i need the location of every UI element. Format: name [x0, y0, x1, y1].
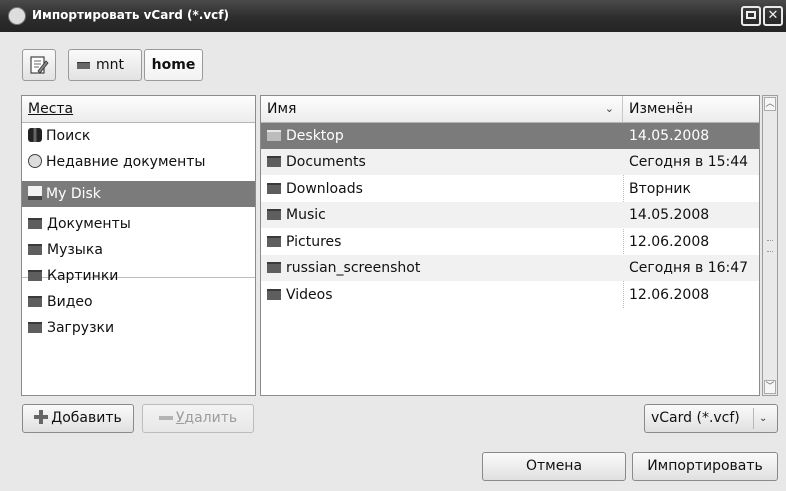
file-row-russian-screenshot[interactable]: russian_screenshot Сегодня в 16:47	[261, 255, 759, 281]
window-title: Импортировать vCard (*.vcf)	[32, 8, 229, 22]
scroll-grip	[767, 240, 773, 252]
place-search[interactable]: Поиск	[22, 123, 255, 149]
file-row-pictures[interactable]: Pictures 12.06.2008	[261, 229, 759, 255]
import-button[interactable]: Импортировать	[632, 452, 778, 481]
file-list-scrollbar[interactable]: ︿ ﹀	[762, 95, 778, 396]
folder-icon	[267, 288, 281, 300]
place-recent[interactable]: Недавние документы	[22, 149, 255, 175]
file-row-videos[interactable]: Videos 12.06.2008	[261, 282, 759, 308]
disk-icon	[28, 186, 42, 200]
maximize-icon[interactable]	[741, 6, 761, 26]
file-row-desktop[interactable]: Desktop 14.05.2008	[261, 123, 759, 149]
file-row-music[interactable]: Music 14.05.2008	[261, 202, 759, 228]
plus-icon	[34, 410, 49, 424]
folder-icon	[28, 269, 42, 281]
column-header-name[interactable]: Имя ⌄	[261, 96, 623, 123]
close-icon[interactable]: ✕	[763, 6, 783, 26]
title-bar: Импортировать vCard (*.vcf) ✕	[0, 0, 786, 32]
folder-icon	[267, 129, 281, 141]
breadcrumb-mnt[interactable]: mnt	[68, 49, 142, 81]
scroll-down-icon[interactable]: ﹀	[764, 380, 776, 394]
column-header-modified[interactable]: Изменён	[623, 96, 759, 123]
binoculars-icon	[28, 128, 42, 142]
folder-icon	[28, 243, 42, 255]
folder-icon	[28, 217, 42, 229]
place-music[interactable]: Музыка	[22, 237, 255, 263]
place-videos[interactable]: Видео	[22, 289, 255, 315]
place-pictures[interactable]: Картинки	[22, 263, 255, 289]
chevron-down-icon: ⌄	[759, 413, 768, 424]
app-icon	[8, 7, 26, 25]
folder-icon	[267, 235, 281, 247]
file-type-filter-select[interactable]: vCard (*.vcf) ⌄	[644, 404, 778, 433]
folder-icon	[267, 208, 281, 220]
minus-icon	[158, 416, 173, 420]
cancel-button[interactable]: Отмена	[482, 452, 626, 481]
edit-location-button[interactable]	[22, 49, 56, 81]
clock-icon	[28, 154, 42, 168]
folder-icon	[28, 295, 42, 307]
sort-indicator-icon: ⌄	[604, 102, 614, 115]
pencil-icon	[30, 56, 49, 74]
breadcrumb-home[interactable]: home	[144, 49, 203, 81]
file-row-downloads[interactable]: Downloads Вторник	[261, 176, 759, 202]
place-documents[interactable]: Документы	[22, 211, 255, 237]
place-my-disk[interactable]: My Disk	[22, 181, 255, 207]
remove-bookmark-button[interactable]: Удалить	[142, 404, 254, 433]
folder-icon	[267, 261, 281, 273]
scroll-up-icon[interactable]: ︿	[764, 97, 776, 111]
folder-icon	[267, 155, 281, 167]
file-list-pane: Имя ⌄ Изменён Desktop 14.05.2008 Documen…	[260, 95, 760, 396]
place-downloads[interactable]: Загрузки	[22, 315, 255, 341]
folder-icon	[28, 321, 42, 333]
add-bookmark-button[interactable]: Добавить	[22, 404, 134, 433]
breadcrumb-mnt-label: mnt	[96, 57, 124, 73]
places-pane: Места Поиск Недавние документы My Disk Д…	[21, 95, 256, 396]
folder-icon	[267, 182, 281, 194]
drive-icon	[77, 62, 90, 69]
places-header[interactable]: Места	[22, 96, 255, 123]
file-row-documents[interactable]: Documents Сегодня в 15:44	[261, 149, 759, 175]
